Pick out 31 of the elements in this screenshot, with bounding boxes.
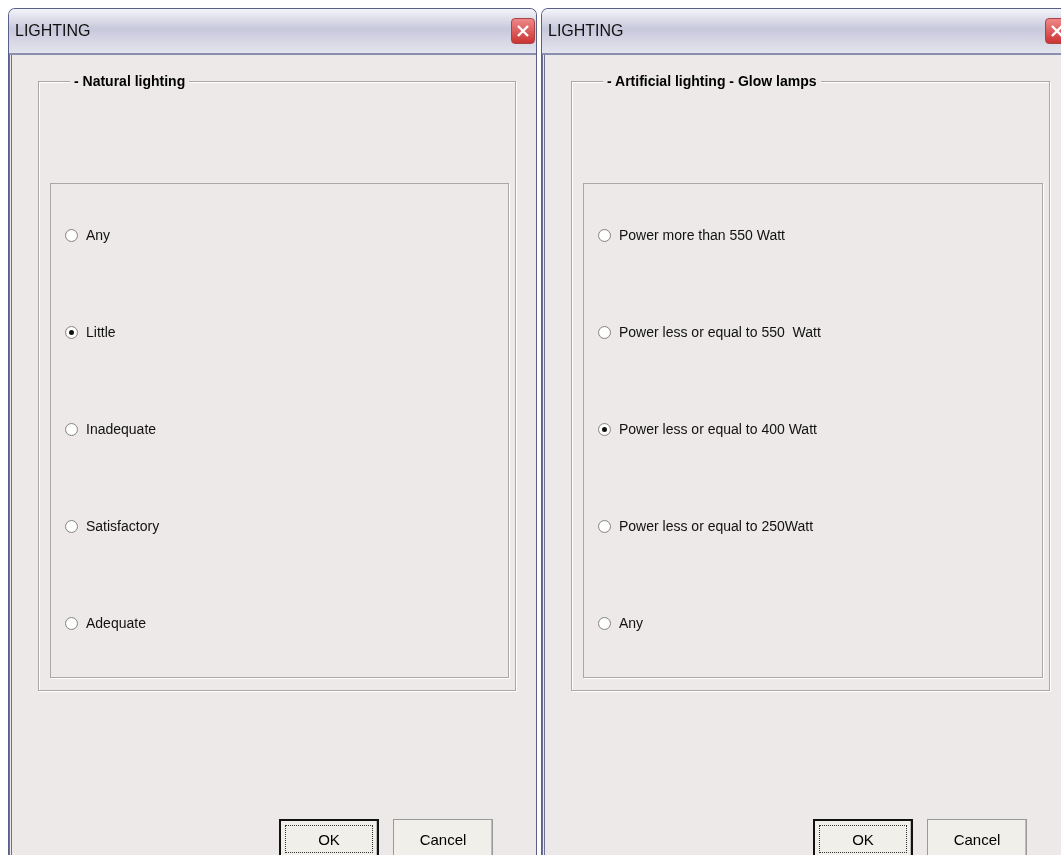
- radio-button[interactable]: [65, 228, 78, 242]
- ok-button[interactable]: OK: [813, 819, 913, 855]
- window-title: LIGHTING: [15, 22, 91, 40]
- option-label[interactable]: Satisfactory: [86, 518, 160, 534]
- option-label[interactable]: Power more than 550 Watt: [619, 227, 785, 243]
- radio-button[interactable]: [65, 519, 78, 533]
- group-title: - Artificial lighting - Glow lamps: [603, 73, 821, 89]
- option-label[interactable]: Inadequate: [86, 421, 157, 437]
- option-label[interactable]: Little: [86, 324, 116, 340]
- option-label[interactable]: Any: [86, 227, 111, 243]
- radio-button[interactable]: [65, 616, 78, 630]
- group-title: - Natural lighting: [70, 73, 190, 89]
- radio-button[interactable]: [598, 228, 611, 242]
- radio-button[interactable]: [598, 422, 611, 436]
- option-label[interactable]: Adequate: [86, 615, 146, 631]
- radio-button[interactable]: [65, 325, 78, 339]
- radio-button[interactable]: [65, 422, 78, 436]
- close-button[interactable]: [511, 18, 535, 44]
- close-icon: [515, 23, 531, 39]
- close-icon: [1049, 23, 1061, 39]
- cancel-button[interactable]: Cancel: [927, 819, 1027, 855]
- option-label[interactable]: Power less or equal to 250Watt: [619, 518, 814, 534]
- radio-button[interactable]: [598, 325, 611, 339]
- option-label[interactable]: Power less or equal to 400 Watt: [619, 421, 817, 437]
- radio-button[interactable]: [598, 616, 611, 630]
- cancel-button[interactable]: Cancel: [393, 819, 493, 855]
- window-title: LIGHTING: [548, 22, 624, 40]
- ok-button[interactable]: OK: [279, 819, 379, 855]
- option-label[interactable]: Power less or equal to 550 Watt: [619, 324, 821, 340]
- option-label[interactable]: Any: [619, 615, 644, 631]
- radio-button[interactable]: [598, 519, 611, 533]
